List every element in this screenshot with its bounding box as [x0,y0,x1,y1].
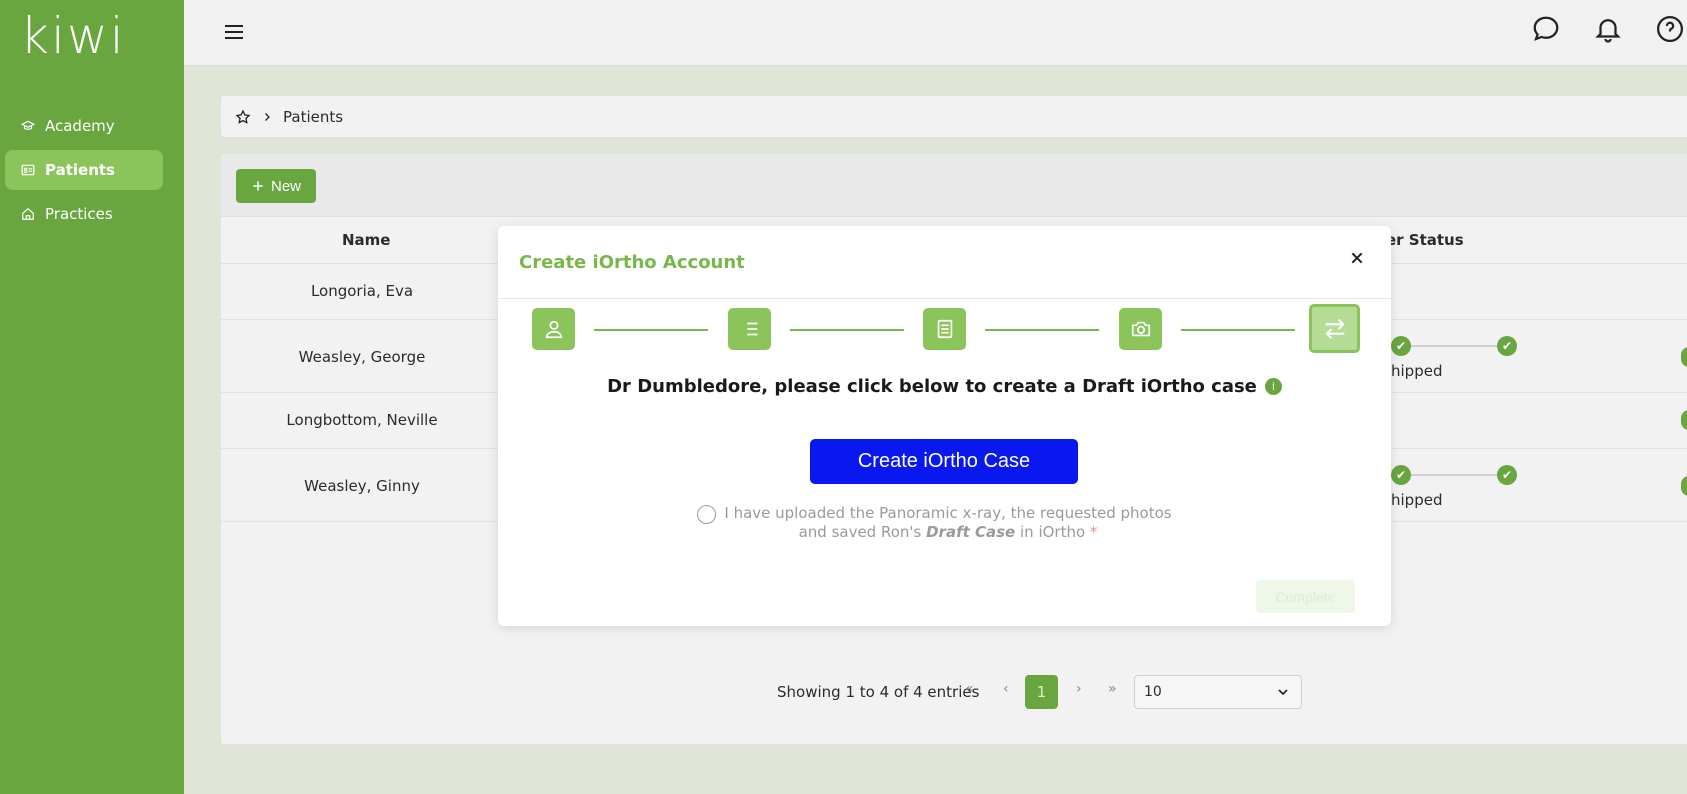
chat-icon[interactable] [1531,14,1563,46]
modal-title: Create iOrtho Account [519,252,745,273]
step-4-camera[interactable] [1119,308,1162,350]
graduation-cap-icon [21,120,35,130]
home-icon [22,207,34,220]
person-icon [545,320,562,339]
step-5-transfer[interactable] [1309,304,1360,353]
transfer-icon [1324,318,1345,339]
close-icon[interactable] [1349,250,1365,266]
sidebar-nav: Academy Patients Practices [5,106,163,238]
upload-confirmation: I have uploaded the Panoramic x-ray, the… [697,504,1198,542]
sidebar-item-patients[interactable]: Patients [5,150,163,190]
create-iortho-case-button[interactable]: Create iOrtho Case [810,439,1078,484]
list-icon [742,322,757,336]
confirm-line-2-post: in iOrtho [1015,523,1090,541]
document-icon [937,319,952,339]
top-bar [184,0,1687,66]
prompt-text: Dr Dumbledore, please click below to cre… [607,376,1257,397]
help-icon[interactable] [1655,14,1687,46]
step-3-document[interactable] [923,308,966,350]
camera-icon [1131,321,1150,337]
create-iortho-modal: Create iOrtho Account Dr Dumbledore, ple… [498,226,1391,626]
complete-button[interactable]: Complete [1256,580,1355,613]
sidebar: kiwi Academy Patients Practices [0,0,184,794]
sidebar-item-practices[interactable]: Practices [5,194,163,234]
sidebar-item-label: Practices [45,205,113,223]
sidebar-item-label: Patients [45,161,115,179]
confirm-checkbox[interactable] [697,505,716,524]
sidebar-item-academy[interactable]: Academy [5,106,163,146]
step-connector [1181,329,1295,331]
sidebar-item-label: Academy [45,117,115,135]
required-mark: * [1089,523,1098,541]
step-connector [790,329,904,331]
hamburger-menu-icon[interactable] [222,20,246,44]
step-connector [594,329,708,331]
kiwi-logo[interactable]: kiwi [20,10,126,62]
id-card-icon [21,164,35,176]
confirm-line-2-pre: and saved Ron's [798,523,927,541]
confirm-line-2: and saved Ron's Draft Case in iOrtho * [698,523,1198,542]
step-2-list[interactable] [728,308,771,350]
wizard-stepper [498,299,1391,359]
bell-icon[interactable] [1593,14,1625,46]
confirm-line-2-emphasis: Draft Case [926,523,1016,541]
step-1-person[interactable] [532,308,575,350]
confirm-line-1: I have uploaded the Panoramic x-ray, the… [724,504,1172,522]
create-case-prompt: Dr Dumbledore, please click below to cre… [498,376,1391,397]
info-icon[interactable]: i [1264,378,1282,395]
modal-header: Create iOrtho Account [498,226,1391,299]
step-connector [985,329,1099,331]
